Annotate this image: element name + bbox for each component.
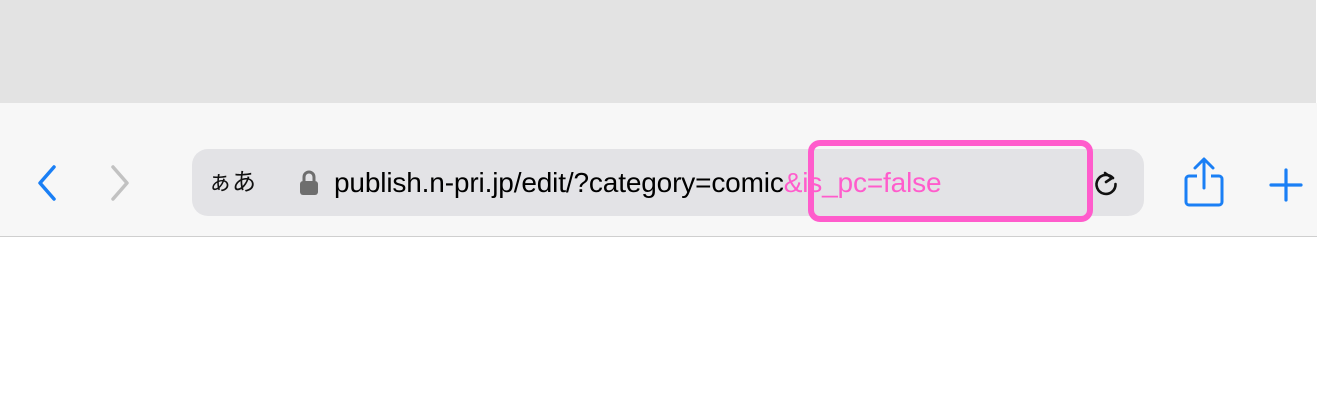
- browser-top-area: [0, 0, 1317, 103]
- browser-toolbar: ぁあ publish.n-pri.jp/edit/?category=comic…: [0, 103, 1317, 237]
- chevron-right-icon: [111, 165, 129, 201]
- share-icon[interactable]: [1183, 156, 1225, 208]
- back-button[interactable]: [30, 161, 64, 205]
- plus-icon[interactable]: [1268, 167, 1304, 203]
- chevron-left-icon: [38, 165, 56, 201]
- page-content: [0, 237, 1317, 400]
- highlight-annotation: [808, 140, 1093, 222]
- forward-button[interactable]: [103, 161, 137, 205]
- url-main: publish.n-pri.jp/edit/?category=comic: [334, 167, 784, 198]
- page-format-button[interactable]: ぁあ: [208, 168, 256, 198]
- reload-icon[interactable]: [1092, 169, 1120, 197]
- lock-icon: [300, 170, 318, 195]
